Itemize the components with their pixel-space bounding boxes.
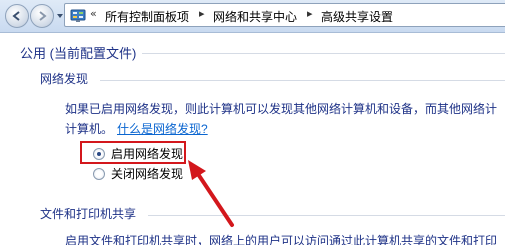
breadcrumb-item-network-center[interactable]: 网络和共享中心 — [213, 8, 297, 25]
disable-discovery-label[interactable]: 关闭网络发现 — [111, 165, 183, 182]
forward-arrow-icon — [39, 11, 47, 21]
address-bar: « 所有控制面板项 ▸ 网络和共享中心 ▸ 高级共享设置 — [0, 0, 505, 33]
breadcrumb-item-advanced-sharing[interactable]: 高级共享设置 — [321, 8, 393, 25]
what-is-network-discovery-link[interactable]: 什么是网络发现? — [117, 120, 208, 137]
back-arrow-icon — [12, 11, 20, 21]
breadcrumb-separator[interactable]: ▸ — [199, 7, 205, 20]
profile-divider — [142, 53, 505, 54]
network-discovery-heading: 网络发现 — [40, 72, 89, 86]
back-button[interactable] — [5, 4, 29, 28]
file-printer-sharing-heading: 文件和打印机共享 — [40, 207, 137, 221]
file-printer-sharing-description: 启用文件和打印机共享时，网络上的用户可以访问通过此计算机共享的文件和打印 — [65, 234, 498, 245]
breadcrumb-separator[interactable]: ▸ — [307, 7, 313, 20]
network-discovery-description: 如果已启用网络发现，则此计算机可以发现其他网络计算机和设备，而其他网络计 — [65, 102, 498, 116]
annotation-highlight-box — [80, 141, 186, 164]
breadcrumb[interactable]: « 所有控制面板项 ▸ 网络和共享中心 ▸ 高级共享设置 — [64, 3, 505, 27]
file-printer-sharing-divider — [148, 215, 505, 216]
history-dropdown-icon[interactable] — [56, 12, 64, 20]
breadcrumb-item-control-panel[interactable]: 所有控制面板项 — [105, 8, 189, 25]
profile-title[interactable]: 公用 (当前配置文件) — [20, 43, 136, 62]
forward-button[interactable] — [30, 4, 54, 28]
network-discovery-description-cont: 计算机。 — [65, 122, 114, 136]
network-discovery-divider — [100, 80, 505, 81]
control-panel-icon — [70, 9, 86, 22]
disable-discovery-radio[interactable] — [93, 168, 105, 180]
breadcrumb-overflow[interactable]: « — [90, 7, 97, 20]
